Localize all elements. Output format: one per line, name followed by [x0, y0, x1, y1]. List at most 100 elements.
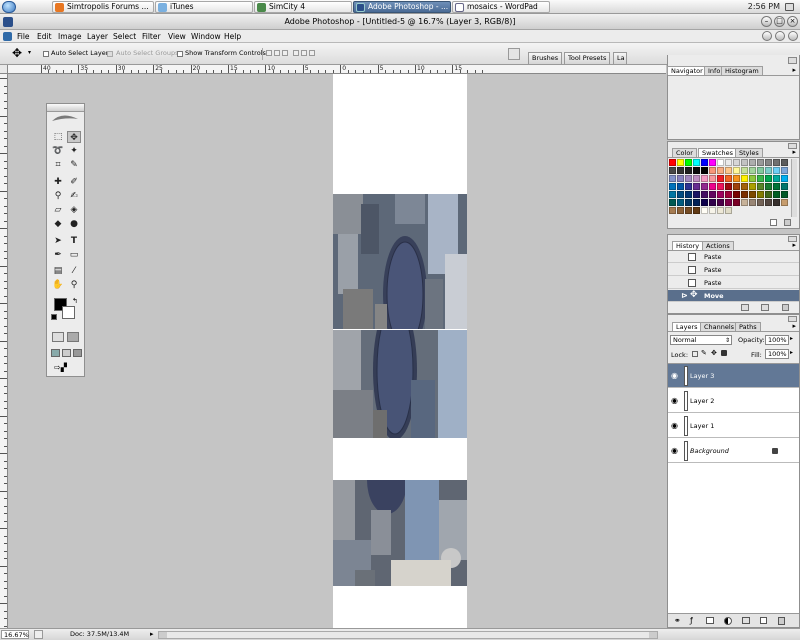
clone-stamp-icon[interactable]: ⚲: [51, 190, 65, 202]
eye-icon[interactable]: ◉: [671, 397, 680, 405]
panel-menu-icon[interactable]: ▸: [792, 241, 796, 249]
swatch[interactable]: [781, 175, 788, 182]
layer-row[interactable]: ◉ Layer 2: [668, 389, 799, 413]
swatch[interactable]: [693, 183, 700, 190]
swatch[interactable]: [685, 167, 692, 174]
swatch[interactable]: [717, 207, 724, 214]
new-group-icon[interactable]: [742, 617, 750, 624]
chevron-right-icon[interactable]: ▸: [790, 349, 793, 356]
imageready-icon[interactable]: ⇨▞: [54, 363, 76, 373]
swatch[interactable]: [669, 159, 676, 166]
swatch[interactable]: [685, 159, 692, 166]
well-tab-brushes[interactable]: Brushes: [528, 52, 563, 64]
marquee-tool-icon[interactable]: ⬚: [51, 131, 65, 143]
chevron-down-icon[interactable]: ▾: [28, 49, 31, 56]
swatch[interactable]: [765, 191, 772, 198]
swatch[interactable]: [693, 191, 700, 198]
align-icon[interactable]: [266, 50, 272, 56]
menu-image[interactable]: Image: [58, 31, 82, 42]
swatch[interactable]: [781, 167, 788, 174]
swatch[interactable]: [725, 183, 732, 190]
tab-actions[interactable]: Actions: [702, 241, 734, 250]
swatch[interactable]: [701, 207, 708, 214]
swatch[interactable]: [781, 183, 788, 190]
tab-paths[interactable]: Paths: [735, 322, 761, 331]
photoshop-menu-icon[interactable]: [3, 32, 12, 41]
new-document-from-state-icon[interactable]: [741, 304, 749, 311]
swatch[interactable]: [725, 199, 732, 206]
history-state-icon[interactable]: ⊳: [681, 292, 688, 300]
ruler-origin[interactable]: [0, 65, 8, 74]
document-canvas[interactable]: [333, 74, 467, 628]
tab-styles[interactable]: Styles: [735, 148, 763, 157]
align-icon[interactable]: [282, 50, 288, 56]
default-colors-icon[interactable]: [51, 314, 57, 320]
swatch[interactable]: [749, 191, 756, 198]
swatch[interactable]: [669, 199, 676, 206]
swatch[interactable]: [693, 207, 700, 214]
swatch[interactable]: [677, 207, 684, 214]
swatch[interactable]: [717, 167, 724, 174]
new-layer-icon[interactable]: [760, 617, 767, 624]
swatch[interactable]: [757, 175, 764, 182]
swatch[interactable]: [733, 167, 740, 174]
dodge-tool-icon[interactable]: ●: [67, 218, 81, 230]
quick-mask-icon[interactable]: [67, 332, 79, 342]
start-button[interactable]: [2, 1, 16, 13]
layer-row-background[interactable]: ◉ Background: [668, 439, 799, 463]
horizontal-scrollbar[interactable]: [158, 631, 658, 639]
swatch[interactable]: [693, 199, 700, 206]
close-button[interactable]: ×: [787, 16, 798, 27]
swatch[interactable]: [693, 167, 700, 174]
history-item-selected[interactable]: ⊳ ✥ Move: [668, 290, 799, 302]
swatch[interactable]: [677, 183, 684, 190]
swatch[interactable]: [717, 159, 724, 166]
swatch[interactable]: [757, 183, 764, 190]
pen-tool-icon[interactable]: ✒: [51, 249, 65, 261]
screen-mode-full-icon[interactable]: [73, 349, 82, 357]
swatch[interactable]: [773, 191, 780, 198]
maximize-button[interactable]: □: [774, 16, 785, 27]
swatch[interactable]: [741, 191, 748, 198]
swatch[interactable]: [781, 159, 788, 166]
link-icon[interactable]: ⚭: [674, 616, 681, 625]
adjustment-layer-icon[interactable]: [724, 617, 732, 625]
taskbar-item-photoshop[interactable]: Adobe Photoshop - ...: [353, 1, 451, 13]
lock-image-icon[interactable]: ✎: [701, 349, 707, 357]
auto-select-groups-checkbox[interactable]: [107, 51, 113, 57]
swatch[interactable]: [701, 175, 708, 182]
tab-histogram[interactable]: Histogram: [721, 66, 763, 75]
swatch[interactable]: [669, 191, 676, 198]
swatch[interactable]: [669, 183, 676, 190]
swatch[interactable]: [773, 159, 780, 166]
swatch[interactable]: [733, 199, 740, 206]
healing-brush-icon[interactable]: ✚: [51, 176, 65, 188]
tab-navigator[interactable]: Navigator: [667, 66, 707, 75]
swatch[interactable]: [685, 207, 692, 214]
tab-layers[interactable]: Layers: [672, 322, 702, 331]
scroll-left-arrow[interactable]: [159, 632, 167, 638]
tab-swatches[interactable]: Swatches: [698, 148, 738, 157]
trash-icon[interactable]: [778, 617, 785, 625]
swatch[interactable]: [765, 159, 772, 166]
swatch[interactable]: [693, 175, 700, 182]
feather-logo-icon[interactable]: [50, 113, 80, 123]
standard-mode-icon[interactable]: [52, 332, 64, 342]
eye-icon[interactable]: ◉: [671, 372, 680, 380]
swatch[interactable]: [749, 159, 756, 166]
minimize-button[interactable]: –: [761, 16, 772, 27]
zoom-tool-icon[interactable]: ⚲: [67, 279, 81, 291]
swatch[interactable]: [685, 175, 692, 182]
taskbar-item-simtropolis[interactable]: Simtropolis Forums ...: [52, 1, 154, 13]
swatch[interactable]: [765, 167, 772, 174]
swatch[interactable]: [733, 159, 740, 166]
toolbox-header[interactable]: [47, 104, 84, 112]
swatch[interactable]: [669, 167, 676, 174]
panel-minimize-icon[interactable]: [788, 57, 797, 64]
eye-icon[interactable]: ◉: [671, 447, 680, 455]
swatch[interactable]: [709, 207, 716, 214]
swatch[interactable]: [741, 183, 748, 190]
swatch[interactable]: [709, 175, 716, 182]
swatch[interactable]: [781, 199, 788, 206]
swatch[interactable]: [701, 183, 708, 190]
